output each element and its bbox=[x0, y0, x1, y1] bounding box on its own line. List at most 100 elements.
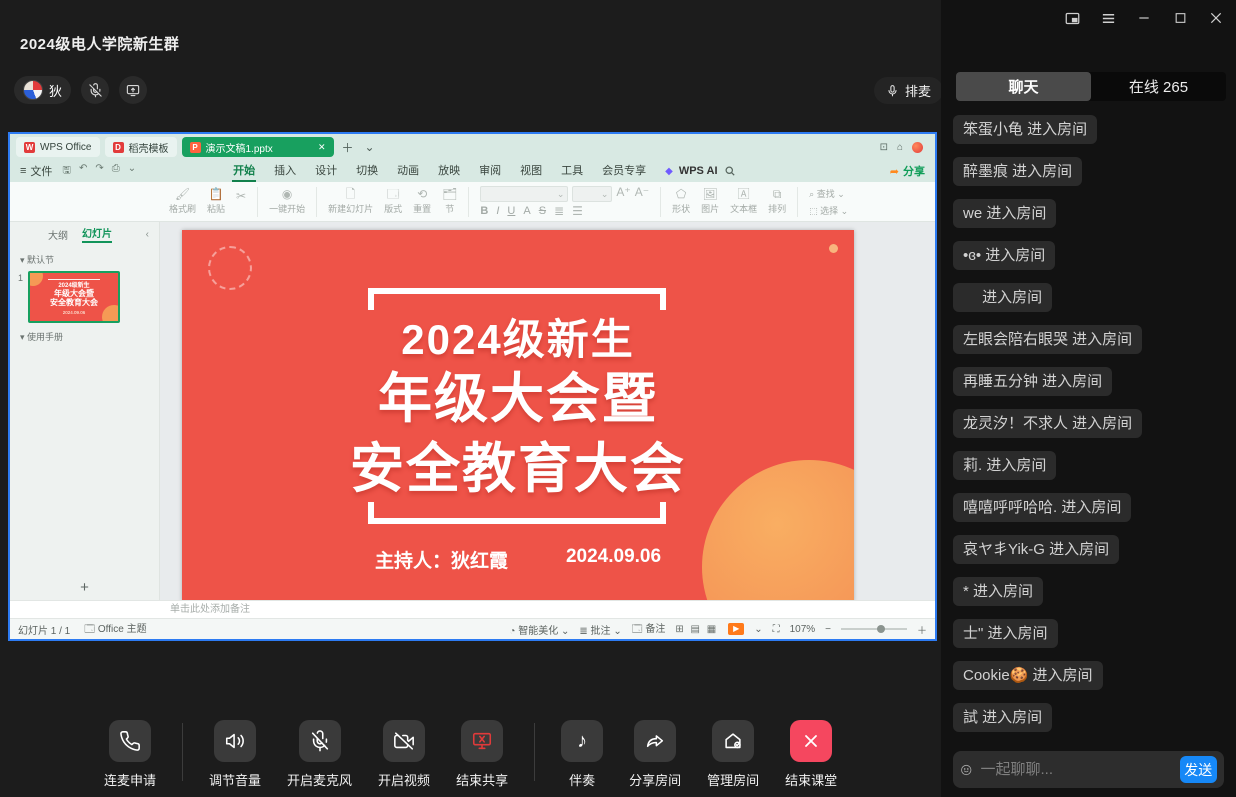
close-icon[interactable] bbox=[1200, 6, 1232, 30]
menu-review[interactable]: 审阅 bbox=[478, 160, 502, 182]
manage-room-button[interactable]: 管理房间 bbox=[707, 720, 759, 789]
redo-icon[interactable]: ↷ bbox=[95, 163, 103, 180]
tab-list-chevron-icon[interactable]: ⌄ bbox=[362, 140, 378, 154]
slide-thumbnail[interactable]: 2024级新生 年级大会暨 安全教育大会 2024.09.06 bbox=[28, 271, 120, 323]
tab-chat[interactable]: 聊天 bbox=[956, 72, 1091, 101]
shapes-button[interactable]: ⬠形状 bbox=[672, 188, 690, 215]
presenter-chip[interactable]: 狄 bbox=[14, 76, 71, 104]
menu-view[interactable]: 视图 bbox=[519, 160, 543, 182]
section-default[interactable]: ▾ 默认节 bbox=[10, 246, 159, 271]
wps-share-button[interactable]: ➦ 分享 bbox=[890, 163, 925, 179]
menu-icon[interactable] bbox=[1092, 6, 1124, 30]
pip-window-icon[interactable] bbox=[1056, 6, 1088, 30]
zoom-out-icon[interactable]: − bbox=[825, 624, 831, 635]
layout-button[interactable]: 🗔版式 bbox=[384, 188, 402, 215]
zoom-slider[interactable] bbox=[841, 628, 907, 630]
notify-icon[interactable]: ⌂ bbox=[897, 142, 903, 153]
play-slideshow-button[interactable]: ▶ bbox=[728, 623, 744, 635]
comment-button[interactable]: ≣ 批注 ⌄ bbox=[579, 622, 621, 637]
menu-member[interactable]: 会员专享 bbox=[601, 160, 647, 182]
wps-account-avatar[interactable] bbox=[912, 142, 923, 153]
file-menu[interactable]: ≡ 文件 bbox=[20, 163, 52, 179]
maximize-icon[interactable] bbox=[1164, 6, 1196, 30]
reset-button[interactable]: ⟲重置 bbox=[413, 188, 431, 215]
tab-close-icon[interactable]: ✕ bbox=[318, 142, 326, 153]
mic-queue-button[interactable]: 排麦 bbox=[874, 77, 943, 104]
menu-design[interactable]: 设计 bbox=[314, 160, 338, 182]
cut-button[interactable]: ✂ bbox=[236, 190, 246, 214]
mic-toggle-button[interactable]: 开启麦克风 bbox=[287, 720, 352, 789]
find-button[interactable]: ⌕ 查找 ⌄ bbox=[809, 187, 848, 200]
new-tab-icon[interactable]: ＋ bbox=[339, 139, 357, 156]
smart-beautify-button[interactable]: ◔ 智能美化 ⌄ bbox=[509, 622, 569, 637]
zoom-in-icon[interactable]: ＋ bbox=[917, 622, 927, 637]
mic-icon bbox=[886, 84, 899, 98]
font-family-select[interactable]: ⌄ bbox=[480, 186, 568, 202]
italic-button[interactable]: I bbox=[496, 205, 499, 217]
image-button[interactable]: 🖼图片 bbox=[701, 188, 719, 215]
add-slide-button[interactable]: + bbox=[10, 579, 159, 600]
menu-slideshow[interactable]: 放映 bbox=[437, 160, 461, 182]
note-button[interactable]: 🗔 备注 bbox=[632, 620, 666, 639]
end-class-button[interactable]: 结束课堂 bbox=[785, 720, 837, 789]
section-button[interactable]: 🗂节 bbox=[442, 188, 457, 215]
send-button[interactable]: 发送 bbox=[1180, 756, 1218, 783]
quick-play-button[interactable]: ◉一键开始 bbox=[269, 188, 305, 215]
end-share-button[interactable]: 结束共享 bbox=[456, 720, 508, 789]
strikethrough-button[interactable]: S bbox=[539, 205, 546, 217]
menu-animation[interactable]: 动画 bbox=[396, 160, 420, 182]
emoji-smiley-icon[interactable] bbox=[960, 759, 973, 781]
list-icon[interactable]: ☰ bbox=[572, 205, 583, 217]
chat-input[interactable] bbox=[981, 761, 1180, 778]
outline-tab[interactable]: 大纲 bbox=[48, 227, 68, 242]
menu-home[interactable]: 开始 bbox=[232, 160, 256, 182]
font-color-button[interactable]: A bbox=[523, 205, 530, 217]
format-painter-button[interactable]: 🖌格式刷 bbox=[169, 188, 196, 215]
new-slide-icon: 🗋 bbox=[346, 188, 356, 200]
font-size-select[interactable]: ⌄ bbox=[572, 186, 612, 202]
font-smaller-icon[interactable]: A⁻ bbox=[635, 186, 649, 202]
quickbar-chevron-icon[interactable]: ⌄ bbox=[128, 163, 136, 180]
menu-transition[interactable]: 切换 bbox=[355, 160, 379, 182]
view-mode-icons[interactable]: ⊞ ▤ ▦ bbox=[675, 624, 718, 635]
wps-tab-home[interactable]: W WPS Office bbox=[16, 137, 100, 157]
minimize-icon[interactable] bbox=[1128, 6, 1160, 30]
section-manual[interactable]: ▾ 使用手册 bbox=[10, 323, 159, 348]
search-icon[interactable] bbox=[724, 165, 736, 177]
panel-collapse-icon[interactable]: ‹ bbox=[146, 229, 149, 240]
font-bigger-icon[interactable]: A⁺ bbox=[616, 186, 630, 202]
screen-share-chip[interactable] bbox=[119, 76, 147, 104]
video-toggle-button[interactable]: 开启视频 bbox=[378, 720, 430, 789]
volume-button[interactable]: 调节音量 bbox=[209, 720, 261, 789]
share-room-button[interactable]: 分享房间 bbox=[629, 720, 681, 789]
accompaniment-button[interactable]: ♪ 伴奏 bbox=[561, 720, 603, 789]
chat-message-list[interactable]: 笨蛋小龟 进入房间 醉墨痕 进入房间 we 进入房间 •ɞ• 进入房间 进入房间… bbox=[953, 115, 1230, 741]
wps-tab-presentation[interactable]: P 演示文稿1.pptx ✕ bbox=[182, 137, 334, 157]
print-icon[interactable]: ⎙ bbox=[112, 163, 120, 180]
bold-button[interactable]: B bbox=[480, 205, 488, 217]
mic-request-button[interactable]: 连麦申请 bbox=[104, 720, 156, 789]
docer-icon: D bbox=[113, 142, 124, 153]
arrange-button[interactable]: ⧉排列 bbox=[768, 188, 786, 215]
save-icon[interactable]: 🖫 bbox=[62, 163, 71, 180]
align-icon[interactable]: ≣ bbox=[554, 205, 564, 217]
underline-button[interactable]: U bbox=[507, 205, 515, 217]
textbox-button[interactable]: 🄰文本框 bbox=[730, 188, 757, 215]
undo-icon[interactable]: ↶ bbox=[79, 163, 87, 180]
menu-insert[interactable]: 插入 bbox=[273, 160, 297, 182]
theme-button[interactable]: 🗔 Office 主题 bbox=[84, 620, 146, 639]
wps-tab-docer[interactable]: D 稻壳模板 bbox=[105, 137, 177, 157]
paste-button[interactable]: 📋粘贴 bbox=[207, 188, 225, 215]
fullscreen-icon[interactable]: ⛶ bbox=[773, 624, 780, 635]
layout-icon[interactable]: ⊡ bbox=[880, 142, 888, 153]
zoom-knob[interactable] bbox=[877, 625, 885, 633]
notes-placeholder[interactable]: 单击此处添加备注 bbox=[10, 600, 935, 618]
new-slide-button[interactable]: 🗋新建幻灯片 bbox=[328, 188, 373, 215]
play-chevron-icon[interactable]: ⌄ bbox=[754, 624, 762, 635]
wps-ai-button[interactable]: ◆ WPS AI bbox=[665, 165, 735, 177]
select-button[interactable]: ⬚ 选择 ⌄ bbox=[809, 204, 848, 217]
slides-tab[interactable]: 幻灯片 bbox=[82, 225, 112, 243]
mic-muted-chip[interactable] bbox=[81, 76, 109, 104]
tab-online[interactable]: 在线 265 bbox=[1091, 72, 1226, 101]
menu-tools[interactable]: 工具 bbox=[560, 160, 584, 182]
